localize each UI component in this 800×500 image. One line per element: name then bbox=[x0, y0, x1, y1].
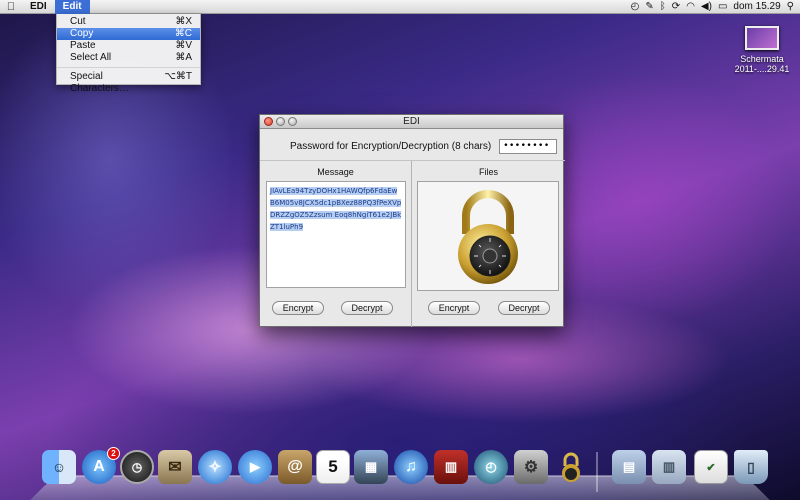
menu-item-special-characters[interactable]: Special Characters… ⌥⌘T bbox=[57, 71, 200, 94]
menu-item-copy[interactable]: Copy ⌘C bbox=[57, 28, 200, 40]
finder-icon[interactable]: ☺ bbox=[42, 450, 76, 484]
files-drop-area[interactable] bbox=[417, 181, 559, 291]
files-decrypt-button[interactable]: Decrypt bbox=[498, 301, 550, 315]
screenshot-thumbnail-icon bbox=[745, 26, 779, 50]
ical-icon[interactable]: 5 bbox=[316, 450, 350, 484]
edi-app-icon[interactable] bbox=[554, 450, 588, 484]
app-menu[interactable]: EDI bbox=[22, 0, 55, 14]
photo-booth-icon[interactable]: ▥ bbox=[434, 450, 468, 484]
facetime-icon[interactable]: ▶ bbox=[238, 450, 272, 484]
edi-padlock-icon bbox=[562, 452, 580, 482]
password-row: Password for Encryption/Decryption (8 ch… bbox=[260, 139, 565, 154]
files-title: Files bbox=[478, 167, 498, 177]
desktop-file-label-line1: Schermata bbox=[740, 54, 784, 64]
spotlight-icon[interactable]: ⚲ bbox=[787, 1, 794, 12]
safari-icon[interactable]: ✧ bbox=[198, 450, 232, 484]
minimize-icon[interactable] bbox=[276, 117, 285, 126]
message-title: Message bbox=[317, 167, 354, 177]
menu-bar:  EDI Edit ◴ ✎ ᛒ ⟳ ◠ ◀) ▭ dom 15.29 ⚲ bbox=[0, 0, 800, 14]
padlock-icon bbox=[458, 190, 518, 284]
menu-item-paste[interactable]: Paste ⌘V bbox=[57, 40, 200, 52]
edi-window: EDI Password for Encryption/Decryption (… bbox=[259, 114, 565, 327]
script-icon[interactable]: ✎ bbox=[645, 1, 653, 12]
system-preferences-icon[interactable]: ⚙ bbox=[514, 450, 548, 484]
app-store-badge: 2 bbox=[107, 447, 120, 460]
pdf-document-icon[interactable]: ✔ bbox=[694, 450, 728, 484]
clock[interactable]: dom 15.29 bbox=[733, 1, 780, 12]
horizontal-divider bbox=[260, 160, 565, 161]
address-book-icon[interactable]: @ bbox=[278, 450, 312, 484]
edit-menu[interactable]: Edit bbox=[54, 0, 90, 14]
edit-dropdown-menu: Cut ⌘X Copy ⌘C Paste ⌘V Select All ⌘A Sp… bbox=[56, 14, 201, 94]
status-area: ◴ ✎ ᛒ ⟳ ◠ ◀) ▭ dom 15.29 ⚲ bbox=[631, 1, 800, 12]
menu-item-cut[interactable]: Cut ⌘X bbox=[57, 16, 200, 28]
vertical-divider bbox=[411, 161, 412, 327]
desktop-file-label-line2: 2011-....29.41 bbox=[734, 64, 790, 74]
message-textarea[interactable]: JIAvLEa94TzyDOHx1HAWQfp6FdaEwB6M05v8JCX5… bbox=[266, 181, 406, 288]
desktop-screenshot-file[interactable]: Schermata 2011-....29.41 bbox=[728, 26, 796, 74]
documents-stack-icon[interactable]: ▥ bbox=[652, 450, 686, 484]
dashboard-icon[interactable]: ◷ bbox=[120, 450, 154, 484]
dock: ☺ A 2 ◷ ✉ ✧ ▶ @ 5 ▦ ♫ ▥ ◴ ⚙ ▤ ▥ ✔ ▯ bbox=[0, 447, 800, 500]
mail-icon[interactable]: ✉ bbox=[158, 450, 192, 484]
zoom-icon[interactable] bbox=[288, 117, 297, 126]
message-selected-text: JIAvLEa94TzyDOHx1HAWQfp6FdaEwB6M05v8JCX5… bbox=[270, 187, 402, 231]
iphoto-icon[interactable]: ▦ bbox=[354, 450, 388, 484]
wifi-icon[interactable]: ◠ bbox=[686, 1, 695, 12]
bluetooth-icon[interactable]: ᛒ bbox=[660, 1, 666, 12]
window-titlebar[interactable]: EDI bbox=[260, 115, 563, 129]
close-icon[interactable] bbox=[264, 117, 273, 126]
battery-icon[interactable]: ▭ bbox=[718, 1, 727, 12]
apple-menu-icon[interactable]:  bbox=[0, 1, 22, 13]
timemachine-icon[interactable]: ◴ bbox=[631, 1, 640, 12]
sync-icon[interactable]: ⟳ bbox=[672, 1, 680, 12]
time-machine-icon[interactable]: ◴ bbox=[474, 450, 508, 484]
app-store-icon[interactable]: A 2 bbox=[82, 447, 120, 484]
trash-icon[interactable]: ▯ bbox=[734, 450, 768, 484]
menu-separator bbox=[57, 67, 200, 68]
window-title: EDI bbox=[403, 116, 420, 127]
window-controls bbox=[264, 117, 297, 126]
password-label: Password for Encryption/Decryption (8 ch… bbox=[290, 141, 492, 152]
itunes-icon[interactable]: ♫ bbox=[394, 450, 428, 484]
files-encrypt-button[interactable]: Encrypt bbox=[428, 301, 480, 315]
menu-item-select-all[interactable]: Select All ⌘A bbox=[57, 52, 200, 64]
message-encrypt-button[interactable]: Encrypt bbox=[272, 301, 324, 315]
applications-folder-icon[interactable]: ▤ bbox=[612, 450, 646, 484]
message-decrypt-button[interactable]: Decrypt bbox=[341, 301, 393, 315]
password-field[interactable]: •••••••• bbox=[499, 139, 558, 154]
volume-icon[interactable]: ◀) bbox=[701, 1, 712, 12]
dock-separator bbox=[596, 452, 598, 492]
